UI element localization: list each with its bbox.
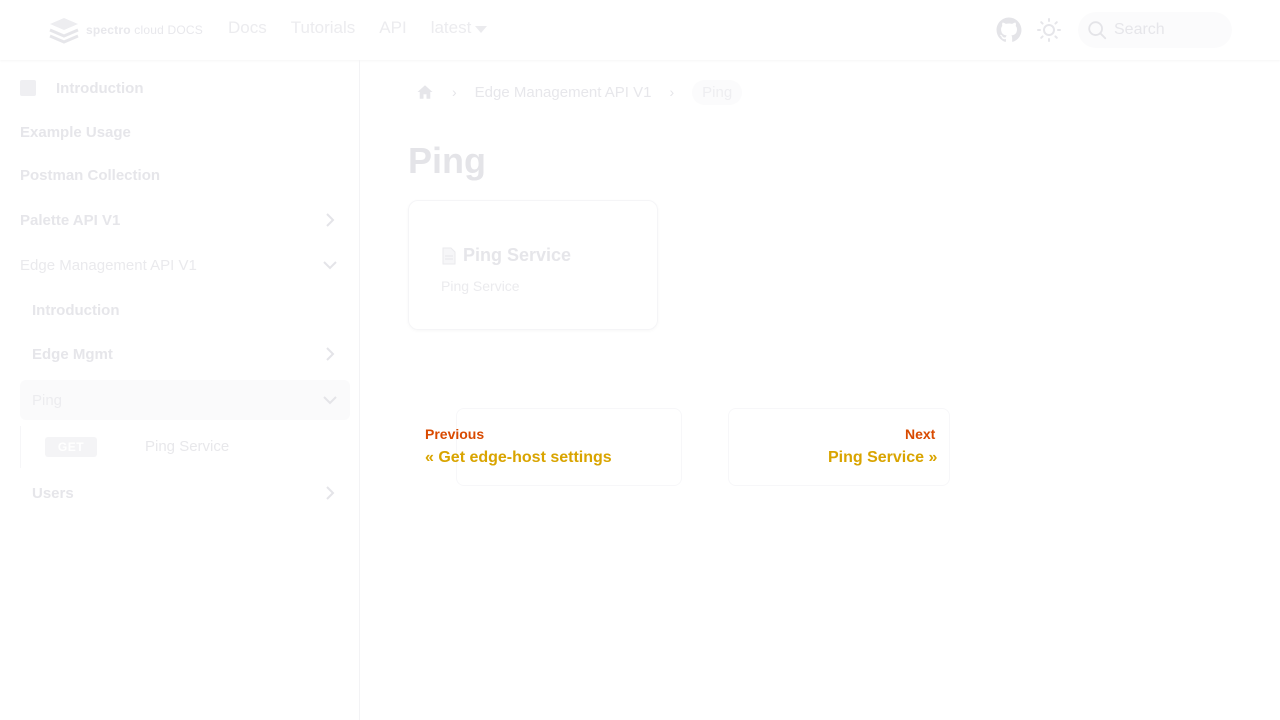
sidebar-item-edge-introduction[interactable]: Introduction	[32, 290, 350, 330]
primary-nav: Docs Tutorials API latest	[228, 18, 488, 38]
breadcrumb-separator-icon: ›	[452, 84, 457, 100]
next-label: Next	[905, 426, 936, 442]
http-method-badge: GET	[45, 437, 97, 457]
spectro-cloud-logo-icon	[49, 18, 79, 44]
logo-suffix: DOCS	[167, 23, 204, 37]
nav-link-tutorials[interactable]: Tutorials	[291, 18, 356, 38]
sidebar-item-label: Example Usage	[20, 123, 131, 141]
nav-link-api[interactable]: API	[379, 18, 406, 38]
page-title: Ping	[408, 140, 486, 181]
sidebar-item-label: Edge Management API V1	[20, 256, 197, 274]
version-dropdown[interactable]: latest	[431, 18, 488, 38]
home-icon[interactable]	[416, 83, 434, 101]
github-icon[interactable]	[996, 17, 1022, 43]
chevron-right-icon[interactable]	[322, 212, 338, 228]
sidebar-item-edge-mgmt[interactable]: Edge Mgmt	[32, 334, 350, 374]
prev-label: Previous	[425, 426, 485, 442]
sidebar-item-label: Ping	[32, 391, 63, 409]
search-box[interactable]	[1078, 12, 1232, 48]
breadcrumb-current: Ping	[692, 79, 743, 105]
search-icon	[1088, 21, 1107, 40]
sidebar-item-example-usage[interactable]: Example Usage	[20, 112, 350, 152]
chevron-down-icon[interactable]	[322, 392, 338, 408]
sidebar-item-label: Postman Collection	[20, 166, 161, 184]
sidebar-item-postman-collection[interactable]: Postman Collection	[20, 155, 350, 195]
breadcrumb: › Edge Management API V1 › Ping	[416, 79, 743, 105]
breadcrumb-link-edge-management[interactable]: Edge Management API V1	[475, 84, 652, 101]
pagination-prev[interactable]	[456, 408, 682, 486]
sidebar-item-label: Introduction	[32, 301, 120, 319]
sidebar: Introduction Example Usage Postman Colle…	[0, 60, 360, 720]
logo-text-bold: spectro	[86, 23, 131, 37]
chevron-down-icon[interactable]	[322, 257, 338, 273]
site-logo[interactable]: spectro cloud DOCS	[48, 16, 203, 44]
introduction-icon	[20, 80, 36, 96]
prev-title[interactable]: « Get edge-host settings	[425, 449, 612, 467]
sidebar-item-ping-service[interactable]: Ping Service	[145, 438, 229, 455]
theme-toggle-sun-icon[interactable]	[1037, 18, 1061, 42]
chevron-right-icon[interactable]	[322, 346, 338, 362]
sidebar-item-palette-api-v1[interactable]: Palette API V1	[20, 200, 350, 240]
top-navbar: spectro cloud DOCS Docs Tutorials API la…	[0, 0, 1280, 60]
search-input[interactable]	[1114, 21, 1224, 39]
sidebar-item-introduction[interactable]: Introduction	[20, 68, 350, 108]
document-icon	[442, 247, 456, 264]
nav-link-docs[interactable]: Docs	[228, 18, 267, 38]
caret-down-icon	[475, 26, 488, 33]
sidebar-item-label: Users	[32, 484, 74, 502]
sidebar-item-ping[interactable]: Ping	[20, 380, 350, 420]
next-title[interactable]: Ping Service »	[828, 449, 937, 467]
sidebar-item-label: Introduction	[56, 79, 144, 97]
logo-text-light: cloud	[134, 23, 164, 37]
card-title: Ping Service	[463, 245, 572, 265]
sidebar-item-edge-management-api-v1[interactable]: Edge Management API V1	[20, 245, 350, 285]
card-description: Ping Service	[441, 278, 520, 294]
sidebar-item-label: Edge Mgmt	[32, 345, 113, 363]
pagination-next[interactable]	[728, 408, 950, 486]
chevron-right-icon[interactable]	[322, 485, 338, 501]
breadcrumb-separator-icon: ›	[669, 84, 675, 100]
sidebar-item-label: Palette API V1	[20, 211, 121, 229]
version-label: latest	[430, 18, 472, 37]
ping-service-card[interactable]: Ping Service Ping Service	[408, 200, 658, 330]
sidebar-item-users[interactable]: Users	[32, 473, 350, 513]
